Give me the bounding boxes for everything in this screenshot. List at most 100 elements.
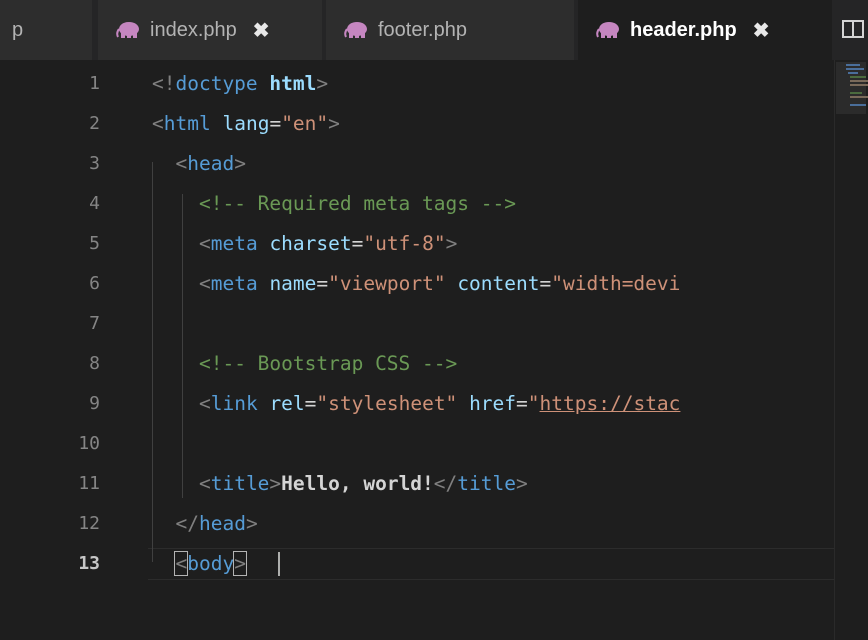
code-line[interactable]: <html lang="en"> <box>152 108 340 140</box>
code-token: charset <box>269 232 352 255</box>
line-number: 5 <box>89 233 100 254</box>
code-token: = <box>269 112 282 135</box>
code-token: < <box>152 112 164 135</box>
code-token: "width=devi <box>551 272 681 295</box>
line-number: 12 <box>78 513 100 534</box>
code-token: "stylesheet" <box>316 392 458 415</box>
php-elephant-icon <box>344 22 367 38</box>
code-token: body <box>187 552 235 575</box>
code-line[interactable]: <!-- Required meta tags --> <box>152 188 516 220</box>
code-token: > <box>269 472 282 495</box>
code-token: "en" <box>281 112 329 135</box>
line-number: 11 <box>78 473 100 494</box>
code-token: < <box>198 232 211 255</box>
code-token: Hello, world! <box>281 472 434 495</box>
code-token: </ <box>175 512 199 535</box>
line-number: 8 <box>89 353 100 374</box>
code-line[interactable]: <!-- Bootstrap CSS --> <box>152 348 457 380</box>
code-line[interactable]: <!doctype html> <box>152 68 328 100</box>
vertical-scrollbar[interactable] <box>834 60 868 640</box>
php-elephant-icon <box>596 22 619 38</box>
tab-partial-label: p <box>12 18 24 41</box>
code-token: = <box>316 272 329 295</box>
code-token: href <box>469 392 517 415</box>
code-token: < <box>174 551 189 576</box>
code-token: <!-- Required meta tags --> <box>198 192 516 215</box>
code-line[interactable]: <head> <box>152 148 246 180</box>
code-token: head <box>198 512 246 535</box>
code-token: = <box>539 272 552 295</box>
tab-label: footer.php <box>378 18 467 41</box>
code-line[interactable]: <title>Hello, world!</title> <box>152 468 528 500</box>
code-token: < <box>198 392 211 415</box>
code-token: > <box>233 551 247 576</box>
code-token: doctype <box>175 72 258 95</box>
code-token: https://stac <box>539 392 681 415</box>
code-token: > <box>515 472 528 495</box>
code-token: meta <box>210 232 258 255</box>
line-number: 13 <box>78 553 100 574</box>
tab-partial[interactable]: p <box>0 0 92 60</box>
text-cursor <box>278 552 280 576</box>
line-number: 6 <box>89 273 100 294</box>
code-token: lang <box>222 112 270 135</box>
close-icon[interactable]: ✖ <box>253 18 270 43</box>
line-number: 2 <box>89 113 100 134</box>
code-token: = <box>351 232 364 255</box>
code-token: > <box>445 232 458 255</box>
code-token: = <box>516 392 528 415</box>
close-icon[interactable]: ✖ <box>753 18 770 43</box>
tab-label: index.php <box>150 18 237 41</box>
code-token: title <box>457 472 516 495</box>
code-token: head <box>187 152 235 175</box>
code-token: name <box>269 272 317 295</box>
line-number: 1 <box>89 73 100 94</box>
code-line[interactable]: <body> <box>152 548 247 580</box>
tab-footer-php[interactable]: footer.php <box>326 0 574 60</box>
php-elephant-icon <box>116 22 139 38</box>
code-token: "viewport" <box>328 272 446 295</box>
code-line[interactable]: <meta name="viewport" content="width=dev… <box>152 268 680 300</box>
code-token: content <box>457 272 540 295</box>
code-line[interactable]: </head> <box>152 508 257 540</box>
code-line[interactable]: <link rel="stylesheet" href="https://sta… <box>152 388 680 420</box>
code-token: < <box>198 472 211 495</box>
code-token: <! <box>152 72 176 95</box>
line-number: 4 <box>89 193 100 214</box>
tab-label: header.php <box>630 18 737 41</box>
editor-tab-bar: p index.php ✖ footer.php header.php ✖ <box>0 0 868 60</box>
code-token: link <box>210 392 258 415</box>
code-token: html <box>269 72 317 95</box>
code-token: < <box>175 152 188 175</box>
code-editor[interactable]: 1 2 3 4 5 6 7 8 9 10 11 12 13 <!doctype html> <html l… <box>0 60 868 640</box>
code-token: > <box>234 152 246 175</box>
tab-index-php[interactable]: index.php ✖ <box>98 0 322 60</box>
code-line[interactable]: <meta charset="utf-8"> <box>152 228 457 260</box>
code-token: = <box>304 392 317 415</box>
code-token: " <box>527 392 540 415</box>
split-editor-icon[interactable] <box>842 20 864 38</box>
minimap[interactable] <box>840 60 868 120</box>
code-token: > <box>316 72 329 95</box>
code-token: "utf-8" <box>363 232 446 255</box>
line-number: 9 <box>89 393 100 414</box>
line-number: 10 <box>78 433 100 454</box>
code-token: </ <box>433 472 458 495</box>
code-token: <!-- Bootstrap CSS --> <box>198 352 458 375</box>
line-number: 3 <box>89 153 100 174</box>
tab-header-php[interactable]: header.php ✖ <box>578 0 832 60</box>
